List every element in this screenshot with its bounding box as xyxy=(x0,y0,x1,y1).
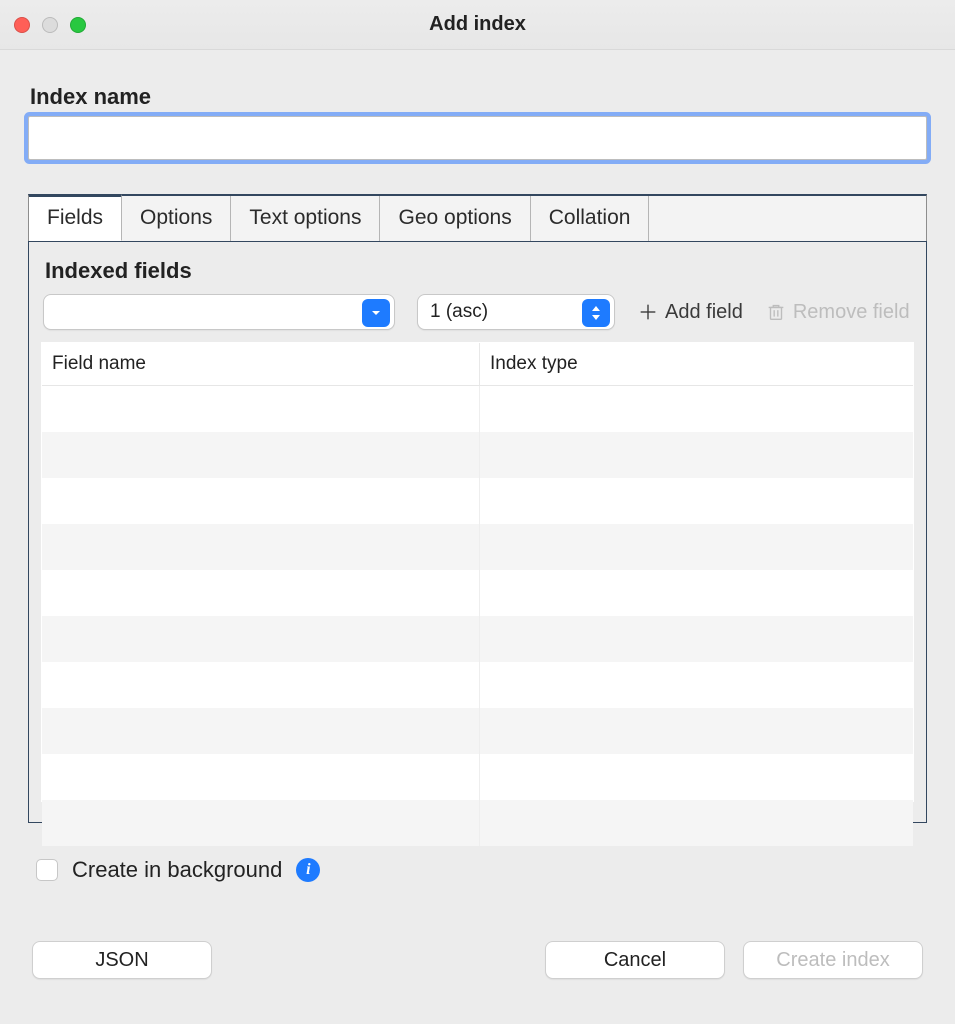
table-row xyxy=(42,478,913,524)
field-select[interactable] xyxy=(43,294,395,330)
table-row xyxy=(42,524,913,570)
fields-table: Field name Index type xyxy=(41,342,914,802)
create-index-button: Create index xyxy=(743,941,923,979)
tab-geo-options[interactable]: Geo options xyxy=(380,196,530,241)
table-row xyxy=(42,432,913,478)
plus-icon xyxy=(637,301,659,323)
table-row xyxy=(42,708,913,754)
stepper-icon xyxy=(582,299,610,327)
remove-field-label: Remove field xyxy=(793,301,910,324)
table-row xyxy=(42,800,913,846)
info-icon[interactable]: i xyxy=(296,858,320,882)
cancel-button[interactable]: Cancel xyxy=(545,941,725,979)
index-name-input[interactable] xyxy=(28,116,927,160)
fields-table-body xyxy=(42,386,913,846)
window-controls xyxy=(14,17,86,33)
tab-text-options[interactable]: Text options xyxy=(231,196,380,241)
table-row xyxy=(42,662,913,708)
tab-options[interactable]: Options xyxy=(122,196,231,241)
zoom-window-button[interactable] xyxy=(70,17,86,33)
indexed-fields-heading: Indexed fields xyxy=(45,258,916,284)
remove-field-button: Remove field xyxy=(765,301,910,324)
tab-fields[interactable]: Fields xyxy=(29,194,122,241)
minimize-window-button xyxy=(42,17,58,33)
create-in-background-label: Create in background xyxy=(72,857,282,883)
table-row xyxy=(42,754,913,800)
index-name-label: Index name xyxy=(30,84,927,110)
titlebar: Add index xyxy=(0,0,955,50)
trash-icon xyxy=(765,301,787,323)
close-window-button[interactable] xyxy=(14,17,30,33)
col-field-name[interactable]: Field name xyxy=(42,343,480,385)
create-in-background-checkbox[interactable] xyxy=(36,859,58,881)
table-row xyxy=(42,386,913,432)
tabbar: Fields Options Text options Geo options … xyxy=(28,194,927,241)
add-field-label: Add field xyxy=(665,301,743,324)
sort-select-value: 1 (asc) xyxy=(430,301,488,323)
sort-select[interactable]: 1 (asc) xyxy=(417,294,615,330)
table-row xyxy=(42,570,913,616)
json-button[interactable]: JSON xyxy=(32,941,212,979)
chevron-down-icon xyxy=(362,299,390,327)
col-index-type[interactable]: Index type xyxy=(480,343,913,385)
tab-collation[interactable]: Collation xyxy=(531,196,650,241)
table-row xyxy=(42,616,913,662)
window-title: Add index xyxy=(429,13,526,36)
add-field-button[interactable]: Add field xyxy=(637,301,743,324)
fields-panel: Indexed fields 1 (asc) xyxy=(28,241,927,823)
